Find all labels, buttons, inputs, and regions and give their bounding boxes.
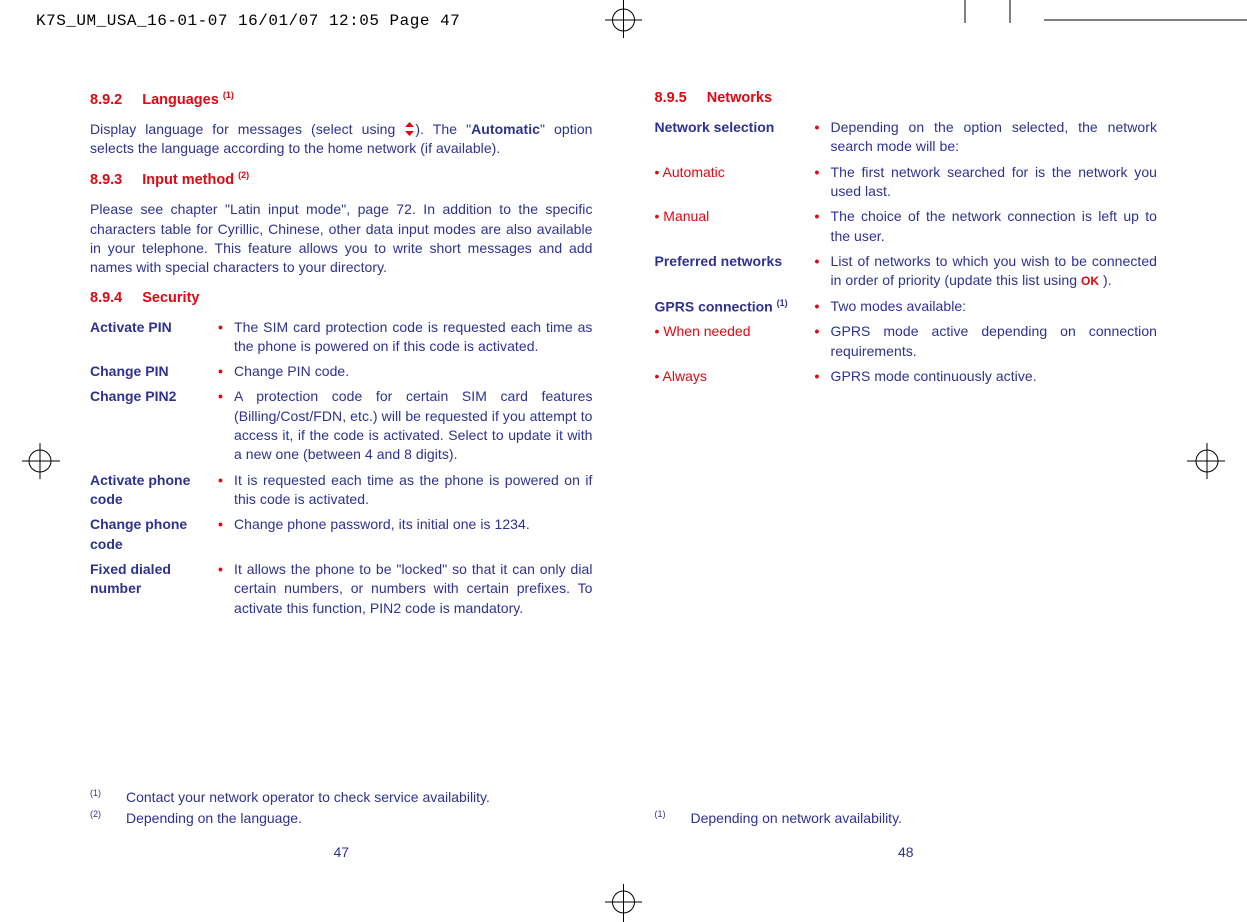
footnotes-left: (1)Contact your network operator to chec… xyxy=(90,787,593,828)
bullet-icon: • xyxy=(218,362,232,381)
desc-network-selection: Depending on the option selected, the ne… xyxy=(829,118,1158,157)
bullet-icon: • xyxy=(815,207,829,246)
heading-languages: 8.9.2Languages (1) xyxy=(90,90,593,108)
term-change-pin: Change PIN xyxy=(90,362,218,381)
page-number-right: 48 xyxy=(655,844,1158,860)
desc-activate-pin: The SIM card protection code is requeste… xyxy=(232,318,593,357)
term-change-pin2: Change PIN2 xyxy=(90,387,218,464)
bullet-icon: • xyxy=(218,515,232,554)
term-fixed-dialed-number: Fixed dialed number xyxy=(90,560,218,618)
bullet-icon: • xyxy=(815,163,829,202)
input-method-text: Please see chapter "Latin input mode", p… xyxy=(90,200,593,277)
bullet-icon: • xyxy=(218,560,232,618)
term-always: • Always xyxy=(655,367,815,386)
page-left: 8.9.2Languages (1) Display language for … xyxy=(90,90,593,860)
bullet-icon: • xyxy=(815,252,829,291)
desc-automatic: The first network searched for is the ne… xyxy=(829,163,1158,202)
bullet-icon: • xyxy=(815,118,829,157)
term-manual: • Manual xyxy=(655,207,815,246)
desc-change-phone-code: Change phone password, its initial one i… xyxy=(232,515,593,554)
term-network-selection: Network selection xyxy=(655,118,815,157)
crop-marks-left xyxy=(0,0,60,922)
languages-text: Display language for messages (select us… xyxy=(90,120,593,159)
networks-list: Network selection • Depending on the opt… xyxy=(655,118,1158,386)
spread: 8.9.2Languages (1) Display language for … xyxy=(90,90,1157,860)
ok-key-icon: OK xyxy=(1081,274,1099,288)
heading-input-method: 8.9.3Input method (2) xyxy=(90,170,593,188)
term-gprs-connection: GPRS connection (1) xyxy=(655,297,815,317)
print-header: K7S_UM_USA_16-01-07 16/01/07 12:05 Page … xyxy=(36,12,460,30)
bullet-icon: • xyxy=(815,367,829,386)
bullet-icon: • xyxy=(218,318,232,357)
page-right: 8.9.5Networks Network selection • Depend… xyxy=(655,90,1158,860)
desc-gprs-connection: Two modes available: xyxy=(829,297,1158,317)
desc-manual: The choice of the network connection is … xyxy=(829,207,1158,246)
heading-networks: 8.9.5Networks xyxy=(655,90,1158,106)
desc-fixed-dialed-number: It allows the phone to be "locked" so th… xyxy=(232,560,593,618)
term-when-needed: • When needed xyxy=(655,322,815,361)
security-list: Activate PIN • The SIM card protection c… xyxy=(90,318,593,618)
footnotes-right: (1)Depending on network availability. xyxy=(655,808,1158,828)
bullet-icon: • xyxy=(218,471,232,510)
crop-marks-bottom xyxy=(0,862,1247,922)
crop-marks-top xyxy=(0,0,1247,60)
desc-when-needed: GPRS mode active depending on connection… xyxy=(829,322,1158,361)
page-number-left: 47 xyxy=(90,844,593,860)
crop-marks-right xyxy=(1187,0,1247,922)
bullet-icon: • xyxy=(815,322,829,361)
bullet-icon: • xyxy=(815,297,829,317)
term-automatic: • Automatic xyxy=(655,163,815,202)
desc-activate-phone-code: It is requested each time as the phone i… xyxy=(232,471,593,510)
desc-change-pin2: A protection code for certain SIM card f… xyxy=(232,387,593,464)
desc-change-pin: Change PIN code. xyxy=(232,362,593,381)
heading-security: 8.9.4Security xyxy=(90,290,593,306)
desc-always: GPRS mode continuously active. xyxy=(829,367,1158,386)
nav-updown-icon xyxy=(404,121,415,137)
term-change-phone-code: Change phone code xyxy=(90,515,218,554)
term-activate-phone-code: Activate phone code xyxy=(90,471,218,510)
desc-preferred-networks: List of networks to which you wish to be… xyxy=(829,252,1158,291)
bullet-icon: • xyxy=(218,387,232,464)
term-activate-pin: Activate PIN xyxy=(90,318,218,357)
term-preferred-networks: Preferred networks xyxy=(655,252,815,291)
